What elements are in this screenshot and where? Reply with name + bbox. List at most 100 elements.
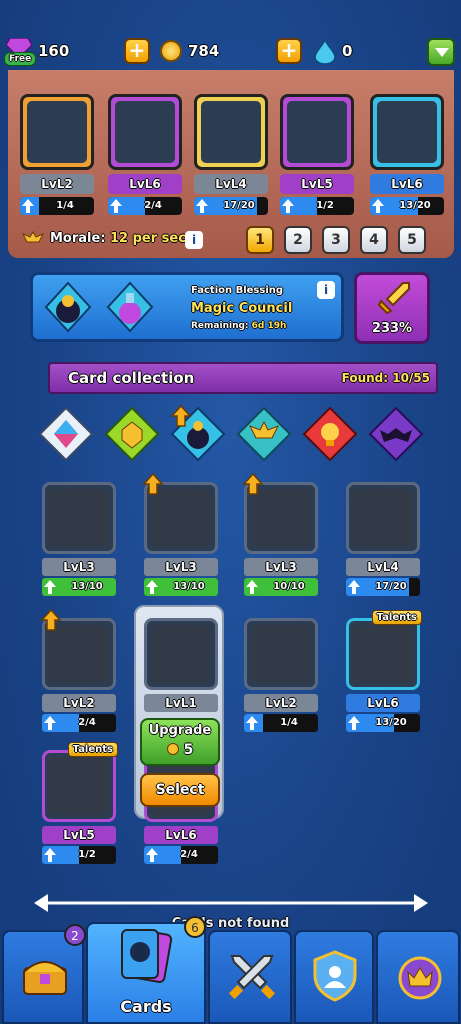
upgrade-arrow-icon	[170, 404, 192, 427]
card-frame	[144, 618, 218, 690]
card-fire-mage[interactable]: LvL3 10/10	[242, 472, 318, 598]
bottom-nav: 2 6 Cards	[0, 916, 461, 1024]
card-level: LvL5	[280, 174, 354, 194]
upgrade-arrow-icon	[282, 199, 294, 213]
boost-value: 233%	[371, 321, 413, 336]
tab-battle[interactable]	[208, 930, 292, 1024]
crystal-faction-icon[interactable]	[38, 406, 94, 462]
blessing-title: Faction Blessing	[191, 285, 284, 296]
drop-count: 0	[342, 42, 353, 60]
blessing-name: Magic Council	[191, 301, 293, 316]
deck-card-cannoneer[interactable]: LvL4 17/20	[194, 94, 268, 236]
card-progress-text: 2/4	[78, 717, 96, 728]
card-archer[interactable]: LvL6 13/20 Talents	[346, 610, 422, 734]
talents-badge: Talents	[371, 610, 422, 625]
card-progress-text: 1/2	[316, 200, 334, 211]
deck-card-monk[interactable]: LvL5 1/2	[280, 94, 354, 236]
card-progress-text: 2/4	[144, 200, 162, 211]
upgrade-available-icon	[40, 608, 62, 631]
select-label: Select	[155, 782, 205, 798]
upgrade-cost-value: 5	[183, 742, 194, 758]
card-progress-text: 13/20	[375, 717, 407, 728]
card-progress-bar: 1/4	[20, 197, 94, 215]
deck-card-archer[interactable]: LvL6 13/20	[370, 94, 444, 236]
tab-cards[interactable]: 6 Cards	[86, 916, 206, 1024]
upgrade-available-icon	[242, 472, 264, 495]
card-progress-text: 1/2	[78, 849, 96, 860]
found-value: 10/55	[392, 371, 430, 385]
deck-page-5[interactable]: 5	[398, 226, 426, 254]
collection-title: Card collection	[68, 369, 195, 387]
card-hooded-druid[interactable]: LvL3 13/10	[42, 482, 116, 598]
card-frame	[108, 94, 182, 170]
cannoneer-portrait-icon	[201, 101, 261, 163]
deck-page-1[interactable]: 1	[246, 226, 274, 254]
card-monk[interactable]: LvL5 1/2 Talents	[42, 742, 118, 866]
card-progress-bar: 1/4	[244, 714, 318, 732]
sword-icon	[377, 282, 410, 315]
coin-icon	[160, 40, 182, 62]
faction-blessing-panel[interactable]: Faction Blessing Magic Council Remaining…	[30, 272, 344, 342]
dropdown-button[interactable]	[427, 38, 455, 66]
card-progress-text: 13/20	[399, 200, 431, 211]
power-boost-panel[interactable]: 233%	[354, 272, 430, 344]
knight-portrait-icon	[27, 101, 87, 163]
card-lightning-mage[interactable]: LvL2 2/4	[40, 608, 116, 734]
paladin-faction-icon[interactable]	[104, 406, 160, 462]
talents-badge: Talents	[67, 742, 118, 757]
card-reaper[interactable]: LvL6 2/4	[144, 750, 218, 866]
deck-card-reaper[interactable]: LvL6 2/4	[108, 94, 182, 236]
shield-icon	[313, 950, 357, 1002]
archer-portrait-icon	[377, 101, 437, 163]
card-tree-spirit[interactable]: LvL1	[144, 618, 218, 734]
lightning-mage-portrait-icon	[49, 625, 109, 683]
upgrade-arrow-icon	[246, 580, 258, 594]
resource-bar: Free 160 + 784 + 0	[0, 0, 461, 70]
blessing-remaining: Remaining: 6d 19h	[191, 321, 286, 331]
scroll-divider-arrows	[34, 894, 428, 912]
fire-mage-portrait-icon	[251, 489, 311, 547]
morale-info-button[interactable]: i	[185, 231, 203, 249]
remaining-value: 6d 19h	[251, 321, 287, 331]
tab-events[interactable]	[376, 930, 460, 1024]
card-cannoneer[interactable]: LvL4 17/20	[346, 482, 420, 598]
tab-clan[interactable]	[294, 930, 374, 1024]
card-frame	[194, 94, 268, 170]
card-frame	[42, 482, 116, 554]
deck-page-3[interactable]: 3	[322, 226, 350, 254]
card-level: LvL6	[108, 174, 182, 194]
card-level: LvL6	[144, 826, 218, 844]
add-coins-button[interactable]: +	[124, 38, 150, 64]
card-progress-text: 17/20	[223, 200, 255, 211]
cards-icon	[121, 929, 173, 983]
flame-faction-icon[interactable]	[302, 406, 358, 462]
upgrade-button[interactable]: Upgrade 5	[140, 718, 220, 766]
card-progress-bar: 2/4	[144, 846, 218, 864]
bat-faction-icon[interactable]	[368, 406, 424, 462]
card-blue-wizard[interactable]: LvL3 13/10	[142, 472, 218, 598]
card-progress-bar: 13/10	[144, 578, 218, 596]
card-collection-banner: Card collection Found: 10/55	[48, 362, 438, 394]
free-badge[interactable]: Free	[4, 52, 37, 66]
remaining-label: Remaining:	[191, 321, 252, 331]
morale-value: 12 per sec.	[110, 231, 191, 246]
blessing-info-button[interactable]: i	[317, 281, 335, 299]
card-progress-bar: 2/4	[42, 714, 116, 732]
add-drops-button[interactable]: +	[276, 38, 302, 64]
deck-page-2[interactable]: 2	[284, 226, 312, 254]
card-progress-text: 13/10	[71, 581, 103, 592]
knight-portrait-icon	[251, 625, 311, 683]
card-progress-bar: 10/10	[244, 578, 318, 596]
tab-chest[interactable]: 2	[2, 924, 86, 1024]
card-progress-text: 13/10	[173, 581, 205, 592]
upgrade-label: Upgrade	[148, 723, 212, 738]
select-button[interactable]: Select	[140, 773, 220, 807]
card-progress-bar: 13/20	[346, 714, 420, 732]
card-knight[interactable]: LvL2 1/4	[244, 618, 318, 734]
eagle-faction-icon[interactable]	[236, 406, 292, 462]
card-progress-text: 10/10	[273, 581, 305, 592]
found-count: Found: 10/55	[342, 371, 430, 385]
deck-card-knight[interactable]: LvL2 1/4	[20, 94, 94, 236]
blue-wizard-portrait-icon	[151, 489, 211, 547]
deck-page-4[interactable]: 4	[360, 226, 388, 254]
